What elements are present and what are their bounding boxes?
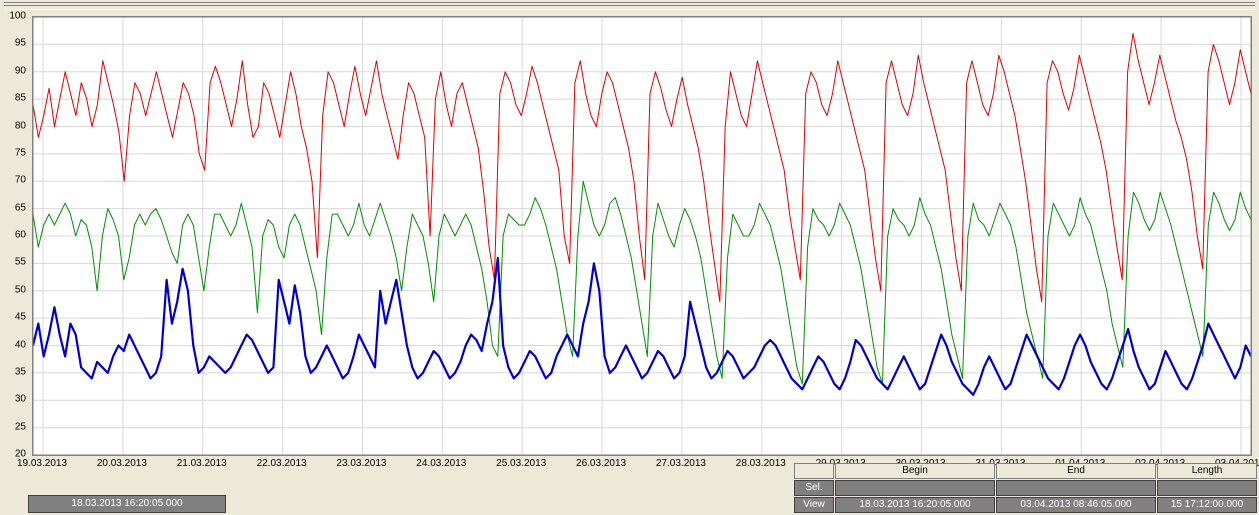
y-tick-label: 85 (15, 93, 26, 104)
timestamp-readout: 18.03.2013 16:20:05.000 (28, 495, 226, 513)
x-tick-label: 26.03.2013 (576, 458, 626, 469)
y-tick-label: 70 (15, 175, 26, 186)
col-end: End (996, 463, 1156, 479)
y-tick-label: 65 (15, 202, 26, 213)
status-corner (794, 463, 834, 479)
x-tick-label: 20.03.2013 (97, 458, 147, 469)
col-begin: Begin (835, 463, 995, 479)
row-sel-label: Sel. (794, 480, 834, 496)
sel-end (996, 480, 1156, 496)
view-begin: 18.03.2013 16:20:05.000 (835, 497, 995, 513)
y-tick-label: 55 (15, 257, 26, 268)
x-tick-label: 28.03.2013 (736, 458, 786, 469)
series-red (33, 33, 1251, 301)
col-length: Length (1157, 463, 1257, 479)
y-axis-ticks: 20253035404550556065707580859095100 (0, 16, 30, 454)
sel-begin (835, 480, 995, 496)
view-length: 15 17:12:00.000 (1157, 497, 1257, 513)
x-tick-label: 19.03.2013 (17, 458, 67, 469)
view-end: 03.04.2013 08:46:05.000 (996, 497, 1156, 513)
status-grid: Begin End Length Sel. View 18.03.2013 16… (794, 463, 1257, 513)
x-tick-label: 27.03.2013 (656, 458, 706, 469)
chart-svg (33, 17, 1251, 455)
x-tick-label: 24.03.2013 (416, 458, 466, 469)
y-tick-label: 35 (15, 366, 26, 377)
chart-plot-area[interactable] (32, 16, 1252, 456)
footer-bar: 18.03.2013 16:20:05.000 Begin End Length… (0, 475, 1259, 515)
x-tick-label: 21.03.2013 (177, 458, 227, 469)
x-tick-label: 23.03.2013 (336, 458, 386, 469)
sel-length (1157, 480, 1257, 496)
y-tick-label: 95 (15, 38, 26, 49)
y-tick-label: 60 (15, 230, 26, 241)
y-tick-label: 100 (9, 11, 26, 22)
series-green (33, 181, 1251, 383)
y-tick-label: 90 (15, 65, 26, 76)
x-tick-label: 25.03.2013 (496, 458, 546, 469)
y-tick-label: 40 (15, 339, 26, 350)
y-tick-label: 80 (15, 120, 26, 131)
y-tick-label: 25 (15, 421, 26, 432)
row-view-label: View (794, 497, 834, 513)
x-tick-label: 22.03.2013 (257, 458, 307, 469)
y-tick-label: 75 (15, 147, 26, 158)
y-tick-label: 50 (15, 284, 26, 295)
y-tick-label: 45 (15, 312, 26, 323)
top-ruler (4, 2, 1255, 10)
app-window: 20253035404550556065707580859095100 19.0… (0, 0, 1259, 515)
y-tick-label: 30 (15, 394, 26, 405)
